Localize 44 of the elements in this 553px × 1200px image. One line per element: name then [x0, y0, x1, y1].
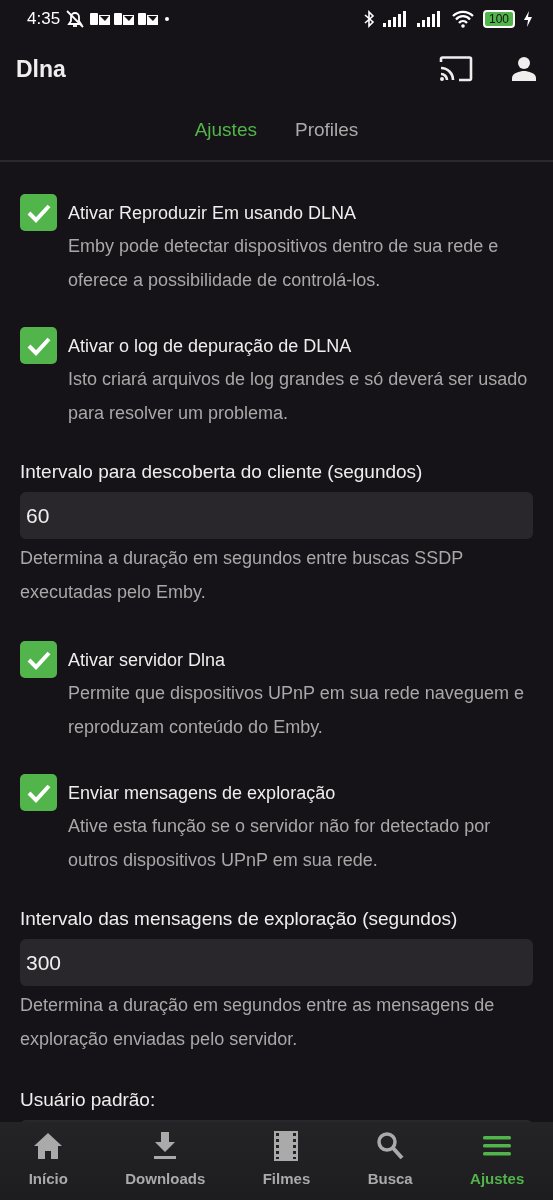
- wifi-icon: [450, 10, 475, 28]
- nav-item[interactable]: Filmes: [262, 1122, 311, 1200]
- nav-item[interactable]: Ajustes: [470, 1122, 525, 1200]
- help-text: Emby pode detectar dispositivos dentro de sua rede e oferece a possibilidade de controlá-los.: [68, 235, 500, 292]
- nav-item[interactable]: Início: [28, 1122, 68, 1200]
- mail-app-icon: [138, 12, 159, 26]
- signal-icon: [382, 11, 409, 27]
- input-field[interactable]: 60: [20, 492, 533, 539]
- help-text: Isto criará arquivos de log grandes e só deverá ser usado para resolver um problema.: [68, 368, 529, 425]
- input-field[interactable]: 300: [20, 939, 533, 986]
- checkbox-label: Ativar servidor Dlna: [68, 649, 227, 672]
- checkbox[interactable]: [20, 641, 57, 678]
- field-label: Intervalo das mensagens de exploração (segundos): [20, 907, 459, 931]
- help-text: Determina a duração em segundos entre buscas SSDP executadas pelo Emby.: [20, 547, 464, 604]
- search-icon: [376, 1131, 405, 1161]
- help-text: Ative esta função se o servidor não for detectado por outros dispositivos UPnP em sua rede.: [68, 815, 492, 872]
- tab[interactable]: Ajustes: [194, 115, 257, 145]
- status-time: 4:35: [27, 8, 61, 31]
- checkbox[interactable]: [20, 327, 57, 364]
- checkbox-label: Ativar o log de depuração de DLNA: [68, 335, 353, 358]
- user-button[interactable]: [511, 56, 537, 82]
- home-icon: [33, 1132, 64, 1160]
- checkbox-label: Ativar Reproduzir Em usando DLNA: [68, 202, 358, 225]
- nav-item[interactable]: Downloads: [125, 1122, 206, 1200]
- field-label: Intervalo para descoberta do cliente (segundos): [20, 460, 424, 484]
- checkbox[interactable]: [20, 774, 57, 811]
- page-title: Dlna: [16, 54, 66, 84]
- bluetooth-icon: [362, 10, 375, 28]
- battery-level: 100: [482, 10, 515, 28]
- nav-item[interactable]: Busca: [367, 1122, 413, 1200]
- charging-icon: [523, 11, 533, 27]
- signal-icon: [416, 11, 443, 27]
- help-text: Determina a duração em segundos entre as mensagens de exploração enviadas pelo servidor.: [20, 994, 496, 1051]
- checkbox[interactable]: [20, 194, 57, 231]
- help-text: Permite que dispositivos UPnP em sua rede naveguem e reproduzam conteúdo do Emby.: [68, 682, 525, 739]
- film-icon: [274, 1131, 299, 1161]
- mail-app-icon: [114, 12, 135, 26]
- field-label: Usuário padrão:: [20, 1088, 157, 1112]
- cast-button[interactable]: [439, 56, 473, 82]
- menu-icon: [482, 1134, 513, 1158]
- mail-app-icon: [90, 12, 111, 26]
- download-icon: [152, 1131, 179, 1161]
- tab[interactable]: Profiles: [294, 115, 359, 145]
- checkbox-label: Enviar mensagens de exploração: [68, 782, 337, 805]
